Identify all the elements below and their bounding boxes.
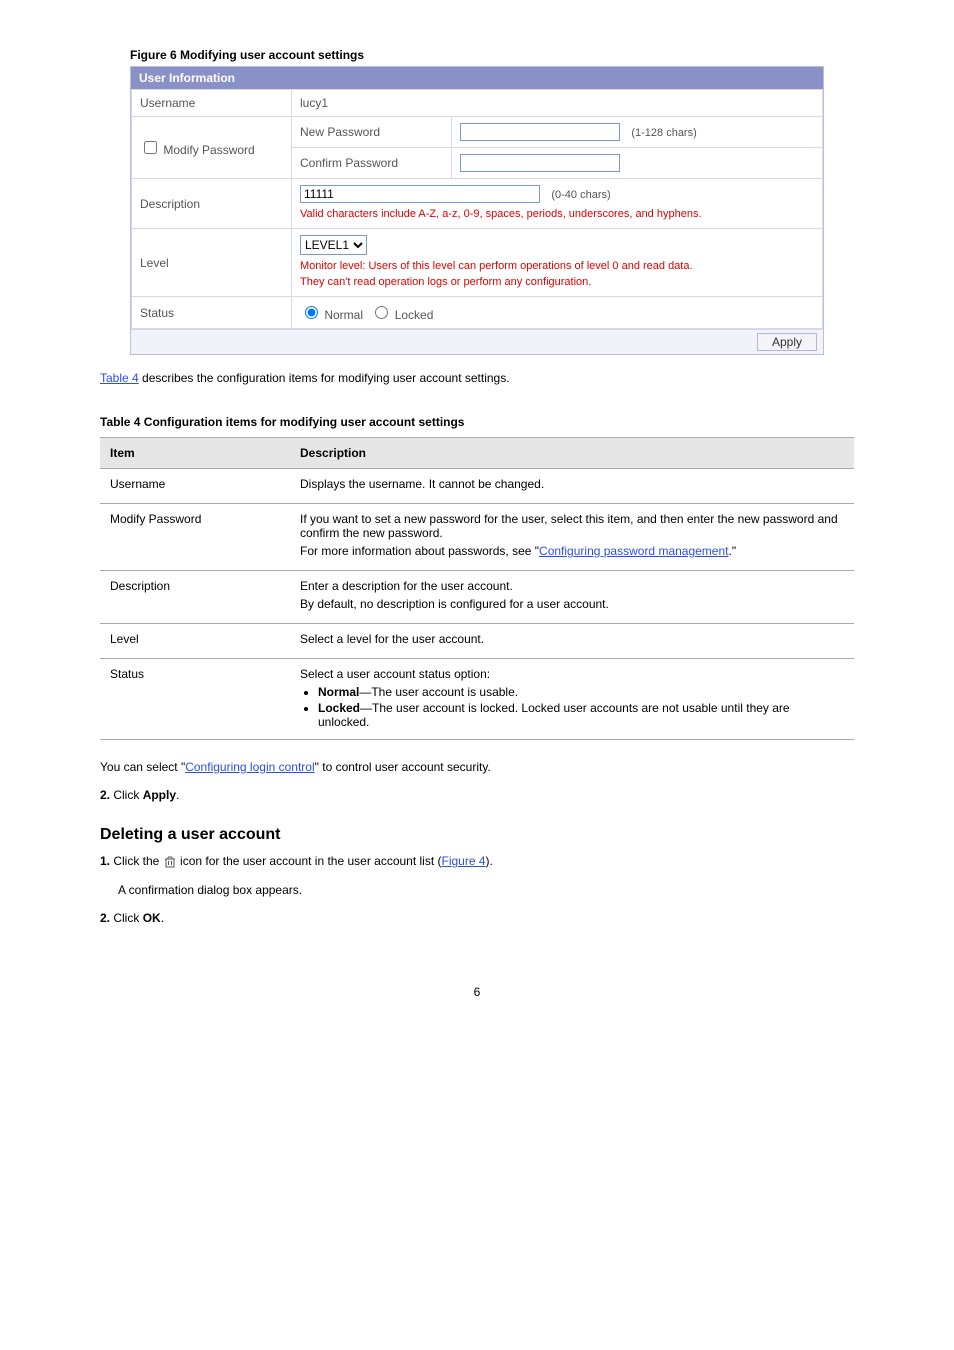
delete-confirm-text: A confirmation dialog box appears. <box>118 883 854 897</box>
table4-ref-link[interactable]: Table 4 <box>100 371 139 385</box>
status-label: Status <box>132 297 292 329</box>
login-control-link[interactable]: Configuring login control <box>185 760 314 774</box>
table-row: Username Displays the username. It canno… <box>100 469 854 504</box>
delete-account-heading: Deleting a user account <box>100 826 854 844</box>
status-locked-wrap[interactable]: Locked <box>370 308 433 322</box>
config-items-table: Item Description Username Displays the u… <box>100 437 854 740</box>
description-input[interactable] <box>300 185 540 203</box>
status-normal-label: Normal <box>324 308 363 322</box>
new-password-label: New Password <box>292 117 452 148</box>
modify-password-label: Modify Password <box>163 143 254 157</box>
confirm-password-input[interactable] <box>460 154 620 172</box>
delete-step-1: 1. Click the icon for the user account i… <box>100 854 854 869</box>
config-pw-mgmt-link[interactable]: Configuring password management <box>539 544 728 558</box>
apply-button[interactable]: Apply <box>757 333 817 351</box>
figure-caption: Figure 6 Modifying user account settings <box>130 48 364 62</box>
description-hint: (0-40 chars) <box>551 189 610 201</box>
username-value: lucy1 <box>292 90 823 117</box>
table-row: Level Select a level for the user accoun… <box>100 624 854 659</box>
status-normal-wrap[interactable]: Normal <box>300 308 366 322</box>
description-label: Description <box>132 179 292 229</box>
page-number: 6 <box>100 985 854 999</box>
table-row: Status Select a user account status opti… <box>100 659 854 740</box>
modify-password-checkbox-wrap[interactable]: Modify Password <box>140 143 255 157</box>
col-desc: Description <box>290 438 854 469</box>
login-control-para: You can select "Configuring login contro… <box>100 760 854 774</box>
table-caption: Table 4 Configuration items for modifyin… <box>100 415 464 429</box>
table-intro: Table 4 describes the configuration item… <box>100 371 854 385</box>
level-note: Monitor level: Users of this level can p… <box>300 259 814 290</box>
status-locked-radio[interactable] <box>375 306 388 319</box>
status-normal-radio[interactable] <box>305 306 318 319</box>
confirm-password-label: Confirm Password <box>292 148 452 179</box>
table-row: Modify Password If you want to set a new… <box>100 504 854 571</box>
col-item: Item <box>100 438 290 469</box>
new-password-input[interactable] <box>460 123 620 141</box>
delete-step-2: 2. Click OK. <box>100 911 854 925</box>
description-note: Valid characters include A-Z, a-z, 0-9, … <box>300 207 814 222</box>
level-select[interactable]: LEVEL1 <box>300 235 367 255</box>
figure4-link[interactable]: Figure 4 <box>442 854 486 868</box>
new-password-hint: (1-128 chars) <box>631 127 696 139</box>
step-apply: 2. Click Apply. <box>100 788 854 802</box>
user-information-panel: User Information Username lucy1 Modify P… <box>130 66 824 355</box>
delete-icon <box>163 855 177 869</box>
username-label: Username <box>132 90 292 117</box>
table-row: Description Enter a description for the … <box>100 571 854 624</box>
level-label: Level <box>132 229 292 297</box>
status-locked-label: Locked <box>395 308 434 322</box>
panel-header: User Information <box>131 67 823 89</box>
modify-password-checkbox[interactable] <box>144 141 157 154</box>
